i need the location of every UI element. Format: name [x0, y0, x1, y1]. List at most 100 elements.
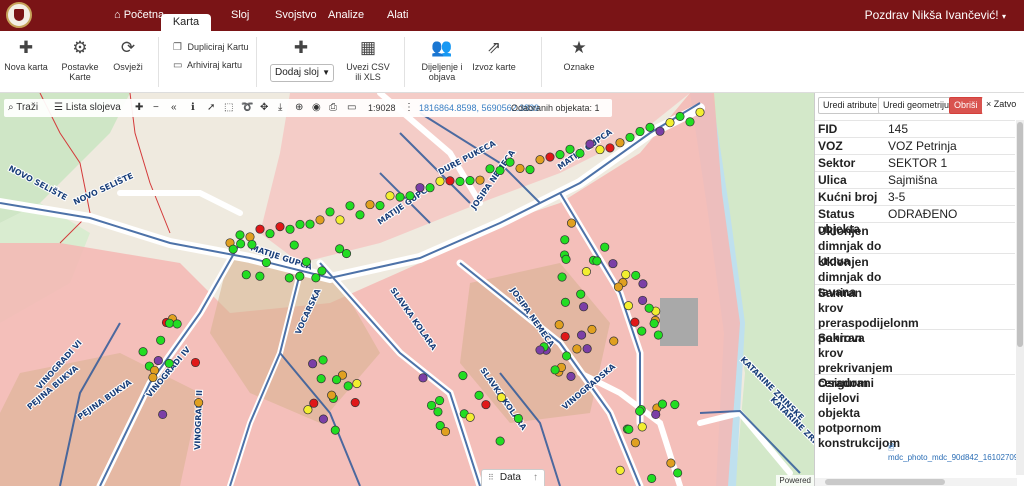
building-marker[interactable] — [637, 422, 647, 432]
building-marker[interactable] — [317, 266, 327, 276]
building-marker[interactable] — [194, 398, 204, 408]
building-marker[interactable] — [582, 344, 592, 354]
building-marker[interactable] — [455, 176, 465, 186]
building-marker[interactable] — [670, 399, 680, 410]
layer-list-button[interactable]: ☰ Lista slojeva — [54, 99, 121, 117]
select-button[interactable]: ➚ — [207, 99, 215, 117]
building-marker[interactable] — [265, 229, 275, 239]
box-select-button[interactable]: ⬚ — [224, 99, 233, 117]
building-marker[interactable] — [560, 235, 570, 245]
building-marker[interactable] — [555, 149, 565, 160]
building-marker[interactable] — [247, 239, 257, 250]
map-canvas[interactable]: NOVO SELIŠTE NOVO SELIŠTE DURE PUKECA MATIJ… — [0, 93, 814, 486]
more-icon[interactable]: ⋮ — [404, 99, 414, 117]
building-marker[interactable] — [241, 270, 251, 280]
export-map-button[interactable]: ⇗ Izvoz karte — [470, 39, 518, 73]
building-marker[interactable] — [352, 379, 362, 389]
building-marker[interactable] — [695, 107, 705, 117]
building-marker[interactable] — [138, 347, 148, 357]
download-button[interactable]: ⤓ — [278, 99, 282, 117]
building-marker[interactable] — [592, 256, 602, 266]
zoom-in-button[interactable]: ✚ — [135, 99, 143, 117]
building-marker[interactable] — [647, 473, 657, 483]
building-marker[interactable] — [653, 330, 663, 340]
building-marker[interactable] — [525, 165, 535, 175]
import-csv-button[interactable]: ▦ Uvezi CSV ili XLS — [345, 39, 391, 83]
building-marker[interactable] — [190, 357, 201, 368]
building-marker[interactable] — [535, 345, 545, 355]
building-marker[interactable] — [245, 232, 255, 242]
close-button[interactable]: × Zatvo — [982, 97, 1021, 114]
building-marker[interactable] — [595, 145, 605, 155]
globe-button[interactable]: ◉ — [312, 99, 321, 117]
building-marker[interactable] — [285, 224, 295, 234]
building-marker[interactable] — [515, 163, 525, 173]
building-marker[interactable] — [318, 355, 328, 365]
building-marker[interactable] — [375, 200, 385, 211]
building-marker[interactable] — [638, 279, 648, 289]
building-marker[interactable] — [561, 254, 571, 264]
building-marker[interactable] — [418, 373, 428, 383]
building-marker[interactable] — [625, 132, 635, 142]
building-marker[interactable] — [581, 267, 591, 277]
building-marker[interactable] — [579, 302, 589, 312]
app-logo[interactable] — [6, 2, 32, 28]
building-marker[interactable] — [572, 344, 582, 354]
building-marker[interactable] — [308, 359, 318, 369]
building-marker[interactable] — [496, 392, 506, 402]
building-marker[interactable] — [355, 210, 365, 220]
building-marker[interactable] — [305, 219, 315, 229]
building-marker[interactable] — [576, 289, 586, 299]
building-marker[interactable] — [630, 438, 640, 448]
building-marker[interactable] — [513, 413, 523, 424]
building-marker[interactable] — [560, 331, 570, 342]
building-marker[interactable] — [495, 436, 505, 446]
building-marker[interactable] — [433, 407, 443, 417]
building-marker[interactable] — [255, 271, 265, 281]
duplicate-map-button[interactable]: ❐ Dupliciraj Kartu — [173, 42, 249, 53]
building-marker[interactable] — [309, 398, 319, 408]
building-marker[interactable] — [425, 183, 435, 193]
building-marker[interactable] — [236, 239, 246, 249]
info-button[interactable]: ℹ — [191, 99, 195, 117]
nav-svojstvo[interactable]: Svojstvo — [275, 0, 317, 31]
building-marker[interactable] — [613, 282, 623, 292]
new-map-button[interactable]: ✚ Nova karta — [4, 39, 48, 73]
building-marker[interactable] — [481, 400, 491, 410]
building-marker[interactable] — [645, 122, 655, 132]
building-marker[interactable] — [395, 192, 405, 202]
building-marker[interactable] — [315, 215, 325, 225]
building-marker[interactable] — [435, 176, 445, 186]
building-marker[interactable] — [608, 259, 618, 269]
building-marker[interactable] — [426, 400, 437, 410]
building-marker[interactable] — [345, 201, 355, 211]
building-marker[interactable] — [330, 425, 340, 435]
building-marker[interactable] — [535, 155, 545, 165]
building-marker[interactable] — [505, 157, 515, 167]
building-marker[interactable] — [303, 405, 313, 415]
building-marker[interactable] — [630, 317, 640, 327]
building-marker[interactable] — [566, 218, 577, 228]
building-marker[interactable] — [415, 183, 425, 193]
horizontal-scrollbar[interactable] — [815, 478, 1017, 486]
building-marker[interactable] — [465, 412, 475, 422]
building-marker[interactable] — [343, 381, 353, 391]
building-marker[interactable] — [545, 152, 555, 162]
edit-geometry-button[interactable]: Uredi geometriju — [878, 97, 955, 114]
building-marker[interactable] — [637, 326, 647, 336]
building-marker[interactable] — [158, 409, 168, 420]
building-marker[interactable] — [557, 272, 567, 282]
building-marker[interactable] — [644, 303, 654, 313]
building-marker[interactable] — [475, 175, 485, 185]
building-marker[interactable] — [560, 297, 570, 307]
building-marker[interactable] — [153, 356, 163, 366]
building-marker[interactable] — [405, 191, 415, 201]
building-marker[interactable] — [332, 375, 342, 385]
measure-button[interactable]: ▭ — [347, 99, 356, 117]
building-marker[interactable] — [562, 351, 572, 361]
building-marker[interactable] — [295, 271, 305, 281]
building-marker[interactable] — [615, 465, 625, 475]
nav-analize[interactable]: Analize — [328, 0, 364, 31]
building-marker[interactable] — [164, 358, 174, 368]
building-marker[interactable] — [638, 295, 648, 305]
